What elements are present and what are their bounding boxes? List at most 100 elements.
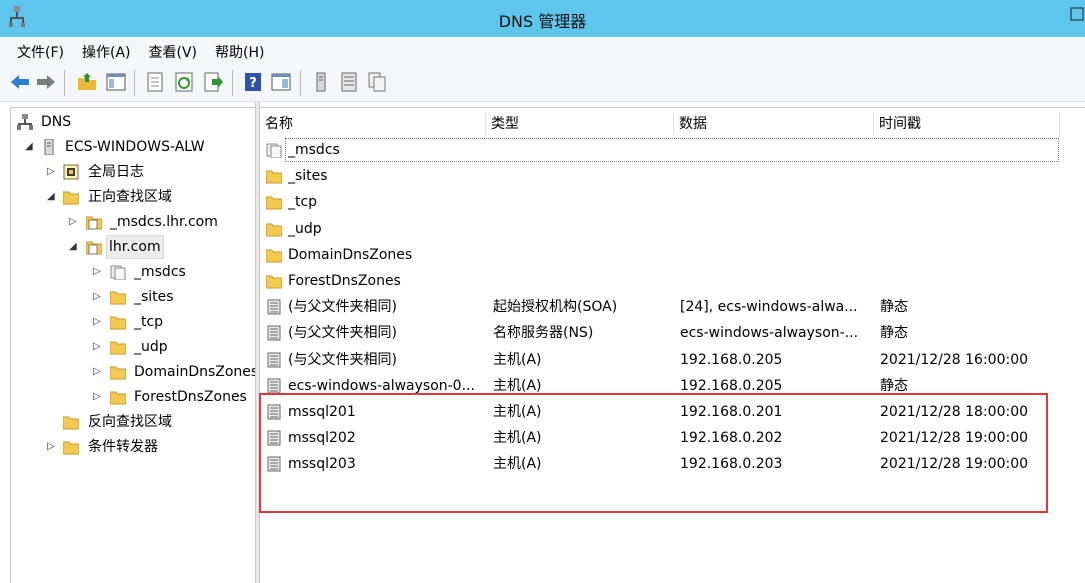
table-row[interactable]: mssql203 主机(A) 192.168.0.203 2021/12/28 19:… xyxy=(260,451,1060,477)
event-log-icon xyxy=(63,164,79,180)
folder-icon xyxy=(266,170,282,184)
cell-type: 起始授权机构(SOA) xyxy=(493,299,618,316)
cell-name: _sites xyxy=(288,168,328,185)
toolbar-separator xyxy=(64,70,65,96)
table-row[interactable]: (与父文件夹相同) 主机(A) 192.168.0.205 2021/12/28 16… xyxy=(260,347,1060,373)
tree-label: DNS xyxy=(41,114,72,130)
column-header-name[interactable]: 名称 xyxy=(260,112,486,138)
collapse-arrow-icon[interactable]: ◢ xyxy=(25,135,37,159)
expand-arrow-icon[interactable]: ▷ xyxy=(93,335,105,359)
table-row[interactable]: _udp xyxy=(260,216,1060,242)
tree-item-sub-forestdnszones[interactable]: ▷ ForestDnsZones xyxy=(11,385,255,409)
cell-data: ecs-windows-alwayson-... xyxy=(680,325,859,342)
properties-icon[interactable] xyxy=(144,71,166,93)
column-header-type[interactable]: 类型 xyxy=(486,112,674,138)
tree-label: 正向查找区域 xyxy=(88,189,172,205)
collapse-arrow-icon[interactable]: ◢ xyxy=(47,185,59,209)
cell-data: [24], ecs-windows-alwa... xyxy=(680,299,858,316)
table-row[interactable]: (与父文件夹相同) 起始授权机构(SOA) [24], ecs-windows-al… xyxy=(260,294,1060,320)
cell-type: 主机(A) xyxy=(493,351,542,368)
back-icon[interactable] xyxy=(9,71,31,93)
window-title: DNS 管理器 xyxy=(498,12,587,31)
tree-item-sub-domaindnszones[interactable]: ▷ DomainDnsZones xyxy=(11,360,255,384)
server-icon[interactable] xyxy=(310,71,332,93)
menu-action[interactable]: 操作(A) xyxy=(73,37,140,65)
tree-item-global-logs[interactable]: ▷ 全局日志 xyxy=(11,160,251,184)
tree-label: 全局日志 xyxy=(88,164,144,180)
copy-icon[interactable] xyxy=(366,71,388,93)
folder-icon xyxy=(110,291,126,305)
cell-data: 192.168.0.201 xyxy=(680,404,783,420)
cell-type: 主机(A) xyxy=(493,456,542,473)
cell-timestamp: 静态 xyxy=(880,299,908,316)
menu-bar: 文件(F) 操作(A) 查看(V) 帮助(H) xyxy=(0,37,1085,65)
maximize-icon[interactable] xyxy=(1063,0,1085,28)
table-row[interactable]: ForestDnsZones xyxy=(260,268,1060,294)
console-view-icon[interactable] xyxy=(270,71,292,93)
tree-item-sub-tcp[interactable]: ▷ _tcp xyxy=(11,310,251,334)
column-header-timestamp[interactable]: 时间戳 xyxy=(874,112,1060,138)
table-row[interactable]: ecs-windows-alwayson-0... 主机(A) 192.168.0.… xyxy=(260,373,1060,399)
record-icon xyxy=(267,352,281,368)
tree-label: _sites xyxy=(134,289,174,305)
menu-view[interactable]: 查看(V) xyxy=(140,37,207,65)
table-row[interactable]: DomainDnsZones xyxy=(260,242,1060,268)
expand-arrow-icon[interactable]: ▷ xyxy=(47,435,59,459)
record-icon xyxy=(267,404,281,420)
tree-item-sub-msdcs[interactable]: ▷ _msdcs xyxy=(11,260,251,284)
help-icon[interactable]: ? xyxy=(242,71,264,93)
record-icon xyxy=(267,456,281,472)
zone-icon xyxy=(86,241,102,255)
expand-arrow-icon[interactable]: ▷ xyxy=(93,385,105,409)
zone-icon xyxy=(86,216,102,230)
tree-item-forward-zones[interactable]: ◢ 正向查找区域 xyxy=(11,185,251,209)
tree-item-sub-udp[interactable]: ▷ _udp xyxy=(11,335,251,359)
table-row[interactable]: mssql201 主机(A) 192.168.0.201 2021/12/28 18:… xyxy=(260,399,1060,425)
expand-arrow-icon[interactable]: ▷ xyxy=(93,260,105,284)
folder-icon xyxy=(110,366,126,380)
table-row[interactable]: _msdcs xyxy=(260,137,1060,163)
tree-item-reverse-zones[interactable]: 反向查找区域 xyxy=(11,410,251,434)
forward-icon[interactable] xyxy=(35,71,57,93)
tree-item-conditional-forwarders[interactable]: ▷ 条件转发器 xyxy=(11,435,251,459)
table-row[interactable]: _sites xyxy=(260,163,1060,189)
export-list-icon[interactable] xyxy=(202,71,224,93)
cell-name: _tcp xyxy=(288,194,318,211)
cell-name: mssql201 xyxy=(288,404,356,420)
expand-arrow-icon[interactable]: ▷ xyxy=(69,210,81,234)
tree-label: _msdcs xyxy=(134,264,186,280)
folder-icon xyxy=(266,196,282,210)
table-row[interactable]: mssql202 主机(A) 192.168.0.202 2021/12/28 19:… xyxy=(260,425,1060,451)
show-hide-tree-icon[interactable] xyxy=(105,71,127,93)
record-icon xyxy=(267,299,281,315)
up-folder-icon[interactable] xyxy=(76,71,98,93)
cell-name: (与父文件夹相同) xyxy=(288,351,397,368)
tree-label: ForestDnsZones xyxy=(134,389,247,405)
table-row[interactable]: _tcp xyxy=(260,189,1060,215)
collapse-arrow-icon[interactable]: ◢ xyxy=(69,235,81,259)
menu-help[interactable]: 帮助(H) xyxy=(206,37,273,65)
delegated-zone-icon xyxy=(266,143,282,158)
menu-file[interactable]: 文件(F) xyxy=(8,37,73,65)
toolbar-separator xyxy=(300,70,301,96)
tree-label: _msdcs.lhr.com xyxy=(110,214,218,230)
expand-arrow-icon[interactable]: ▷ xyxy=(47,160,59,184)
tree-item-server[interactable]: ◢ ECS-WINDOWS-ALW xyxy=(11,135,251,159)
record-icon xyxy=(267,430,281,446)
tree-item-sub-sites[interactable]: ▷ _sites xyxy=(11,285,251,309)
table-row[interactable]: (与父文件夹相同) 名称服务器(NS) ecs-windows-alwayson-.… xyxy=(260,320,1060,346)
expand-arrow-icon[interactable]: ▷ xyxy=(93,360,105,384)
expand-arrow-icon[interactable]: ▷ xyxy=(93,310,105,334)
column-header-data[interactable]: 数据 xyxy=(674,112,874,138)
refresh-icon[interactable] xyxy=(173,71,195,93)
tree-item-zone-msdcs[interactable]: ▷ _msdcs.lhr.com xyxy=(11,210,251,234)
cell-name: (与父文件夹相同) xyxy=(288,325,397,342)
folder-icon xyxy=(266,275,282,289)
tree-item-zone-lhr[interactable]: ◢ lhr.com xyxy=(11,235,251,259)
list-icon[interactable] xyxy=(338,71,360,93)
cell-name: mssql202 xyxy=(288,430,356,447)
toolbar-separator xyxy=(134,70,135,96)
expand-arrow-icon[interactable]: ▷ xyxy=(93,285,105,309)
console-tree: DNS ◢ ECS-WINDOWS-ALW ▷ 全局日志 ◢ 正向查找区域 ▷ xyxy=(10,107,255,583)
tree-item-dns[interactable]: DNS xyxy=(11,110,251,134)
